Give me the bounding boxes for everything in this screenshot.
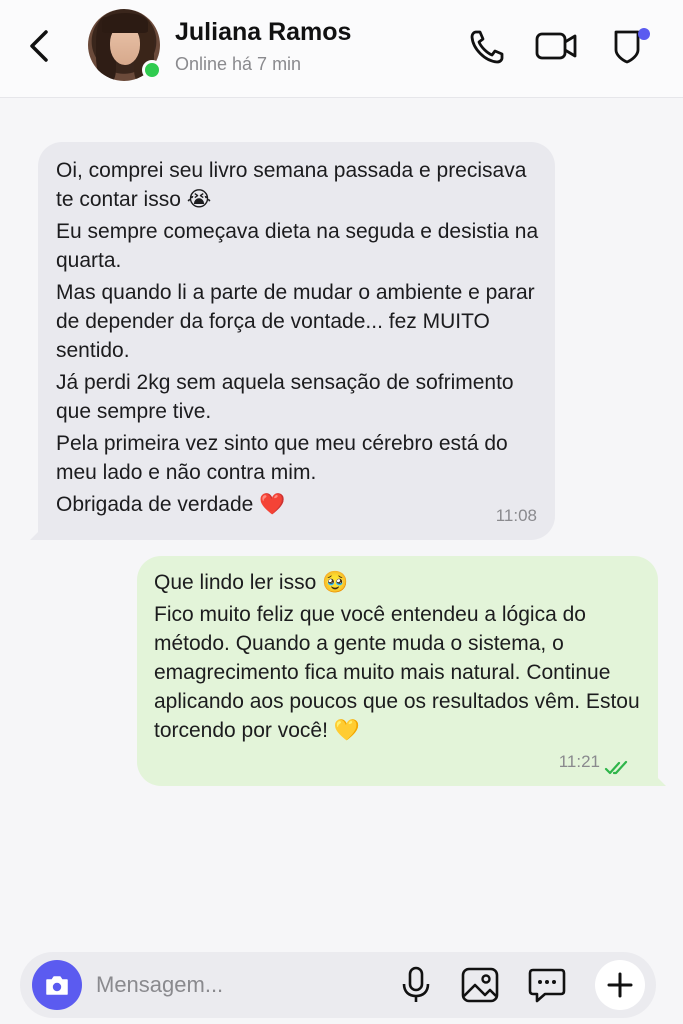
back-icon[interactable] bbox=[24, 26, 54, 66]
message-composer bbox=[20, 952, 656, 1018]
chat-header: Juliana Ramos Online há 7 min bbox=[0, 0, 683, 98]
message-text: Já perdi 2kg sem aquela sensação de sofr… bbox=[56, 371, 514, 423]
microphone-icon[interactable] bbox=[396, 965, 436, 1005]
add-icon[interactable] bbox=[595, 960, 645, 1010]
message-input[interactable] bbox=[96, 970, 376, 1000]
message-text: Que lindo ler isso 🥹 bbox=[154, 571, 349, 594]
message-text: Pela primeira vez sinto que meu cérebro … bbox=[56, 432, 508, 484]
message-text: Oi, comprei seu livro semana passada e p… bbox=[56, 159, 527, 211]
message-text: Fico muito feliz que você entendeu a lóg… bbox=[154, 603, 640, 742]
contact-name[interactable]: Juliana Ramos bbox=[175, 18, 351, 47]
online-status-dot bbox=[142, 60, 162, 80]
message-text: Eu sempre começava dieta na seguda e des… bbox=[56, 220, 539, 272]
message-time: 11:21 bbox=[558, 752, 600, 771]
phone-icon[interactable] bbox=[466, 24, 510, 68]
message-text: Mas quando li a parte de mudar o ambient… bbox=[56, 281, 535, 362]
chat-bubble-icon[interactable] bbox=[527, 965, 567, 1005]
message-text: Obrigada de verdade ❤️ bbox=[56, 493, 286, 516]
video-icon[interactable] bbox=[533, 24, 577, 68]
camera-icon[interactable] bbox=[32, 960, 82, 1010]
image-icon[interactable] bbox=[460, 965, 500, 1005]
shield-notification-icon[interactable] bbox=[608, 24, 652, 68]
contact-status: Online há 7 min bbox=[175, 54, 302, 74]
read-receipt-icon bbox=[604, 756, 632, 775]
message-time: 11:08 bbox=[495, 506, 537, 525]
outgoing-message-bubble[interactable]: Que lindo ler isso 🥹 Fico muito feliz qu… bbox=[137, 556, 666, 786]
incoming-message-bubble[interactable]: Oi, comprei seu livro semana passada e p… bbox=[30, 142, 555, 540]
